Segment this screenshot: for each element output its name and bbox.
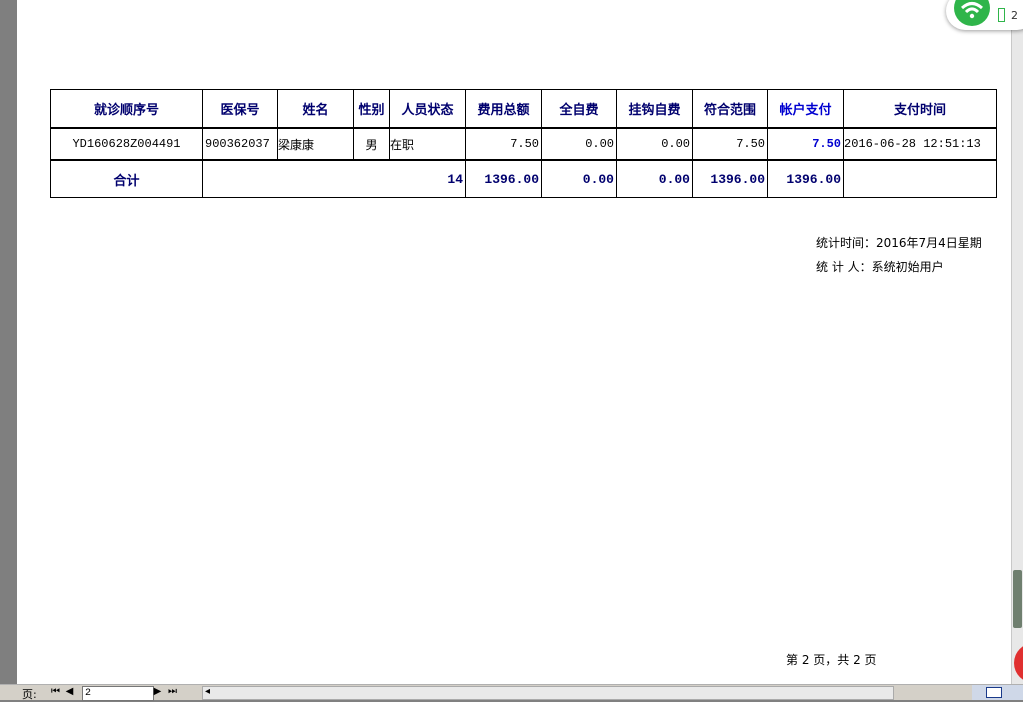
header-pay-time: 支付时间 [843, 89, 997, 129]
stat-person: 统 计 人：系统初始用户 [816, 260, 944, 274]
cell-insurance-no: 900362037 [202, 127, 278, 161]
cell-visit-no: YD160628Z004491 [50, 127, 203, 161]
header-gender: 性别 [353, 89, 390, 129]
keyboard-icon[interactable] [986, 687, 1002, 698]
cell-account-pay: 7.50 [767, 127, 844, 161]
totals-linked-self-pay: 0.00 [616, 159, 693, 198]
left-margin [0, 0, 17, 684]
wifi-icon[interactable] [954, 0, 990, 26]
next-page-icon[interactable]: ▶ [152, 686, 163, 698]
page-info: 第 2 页，共 2 页 [786, 653, 877, 667]
battery-icon [998, 8, 1005, 22]
status-bar: 页: ⏮ ◀ ▶ ⏭ ◂ [0, 684, 1023, 701]
cell-gender: 男 [353, 127, 390, 161]
header-total-fee: 费用总额 [465, 89, 542, 129]
totals-self-pay: 0.00 [541, 159, 617, 198]
scroll-left-icon[interactable]: ◂ [205, 686, 210, 697]
stat-time: 统计时间：2016年7月4日星期 [816, 236, 982, 250]
table-row: YD160628Z004491 900362037 梁康康 男 在职 7.50 … [50, 127, 997, 161]
totals-row: 合计 14 1396.00 0.00 0.00 1396.00 1396.00 [50, 159, 997, 198]
header-status: 人员状态 [389, 89, 466, 129]
report-table: 就诊顺序号 医保号 姓名 性别 人员状态 费用总额 全自费 挂钩自费 符合范围 … [50, 89, 997, 198]
header-self-pay: 全自费 [541, 89, 617, 129]
header-insurance-no: 医保号 [202, 89, 278, 129]
cell-linked-self-pay: 0.00 [616, 127, 693, 161]
totals-label: 合计 [50, 159, 203, 198]
cell-in-scope: 7.50 [692, 127, 768, 161]
header-visit-no: 就诊顺序号 [50, 89, 203, 129]
cell-name: 梁康康 [277, 127, 354, 161]
cell-total-fee: 7.50 [465, 127, 542, 161]
prev-page-icon[interactable]: ◀ [64, 686, 75, 698]
totals-in-scope: 1396.00 [692, 159, 768, 198]
header-in-scope: 符合范围 [692, 89, 768, 129]
totals-total-fee: 1396.00 [465, 159, 542, 198]
horizontal-scrollbar[interactable]: ◂ [202, 686, 894, 700]
scrollbar-thumb[interactable] [1013, 570, 1022, 628]
battery-number: 2 [1011, 9, 1018, 22]
header-account-pay: 帐户支付 [767, 89, 844, 129]
cell-status: 在职 [389, 127, 466, 161]
header-linked-self-pay: 挂钩自费 [616, 89, 693, 129]
page-label: 页: [22, 688, 37, 701]
totals-count: 14 [202, 159, 466, 198]
table-header-row: 就诊顺序号 医保号 姓名 性别 人员状态 费用总额 全自费 挂钩自费 符合范围 … [50, 89, 997, 129]
first-page-icon[interactable]: ⏮ [50, 686, 61, 698]
last-page-icon[interactable]: ⏭ [167, 686, 178, 698]
cell-pay-time: 2016-06-28 12:51:13 [843, 127, 997, 161]
totals-account-pay: 1396.00 [767, 159, 844, 198]
header-name: 姓名 [277, 89, 354, 129]
totals-empty-cell [843, 159, 997, 198]
cell-self-pay: 0.00 [541, 127, 617, 161]
